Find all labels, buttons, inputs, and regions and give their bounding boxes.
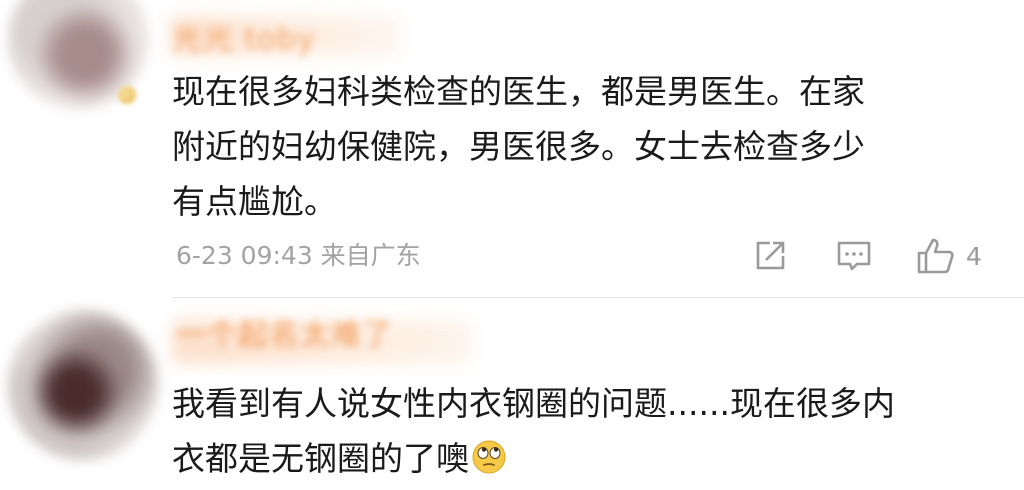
like-count: 4 <box>966 241 982 271</box>
repost-icon <box>756 241 785 270</box>
comment-text: 我看到有人说女性内衣钢圈的问题......现在很多内 衣都是无钢圈的了噢 <box>172 376 992 486</box>
comment-text-line: 有点尴尬。 <box>172 182 337 221</box>
avatar[interactable] <box>8 310 158 460</box>
comment-text-line-with-emoji: 衣都是无钢圈的了噢 <box>172 431 992 486</box>
eye-roll-emoji-icon <box>472 440 506 474</box>
comment-button[interactable] <box>836 236 872 276</box>
comment-text-line: 衣都是无钢圈的了噢 <box>172 439 469 478</box>
verified-badge-icon <box>118 86 136 104</box>
username[interactable]: 光光 toby <box>172 14 315 58</box>
like-icon <box>917 238 954 274</box>
comment-item: 光光 toby 现在很多妇科类检查的医生，都是男医生。在家 附近的妇幼保健院，男… <box>0 0 1024 298</box>
comment-text: 现在很多妇科类检查的医生，都是男医生。在家 附近的妇幼保健院，男医很多。女士去检… <box>172 64 972 229</box>
comment-icon <box>837 241 871 271</box>
comment-meta: 6-23 09:43 来自广东 <box>176 241 421 270</box>
repost-button[interactable] <box>752 236 788 276</box>
comment-item: 一个起名太难了 我看到有人说女性内衣钢圈的问题......现在很多内 衣都是无钢… <box>0 298 1024 490</box>
comment-text-line: 现在很多妇科类检查的医生，都是男医生。在家 <box>172 72 865 111</box>
comment-text-line: 我看到有人说女性内衣钢圈的问题......现在很多内 <box>172 384 895 423</box>
comment-text-line: 附近的妇幼保健院，男医很多。女士去检查多少 <box>172 127 865 166</box>
username[interactable]: 一个起名太难了 <box>176 310 393 354</box>
like-button[interactable]: 4 <box>916 236 982 276</box>
